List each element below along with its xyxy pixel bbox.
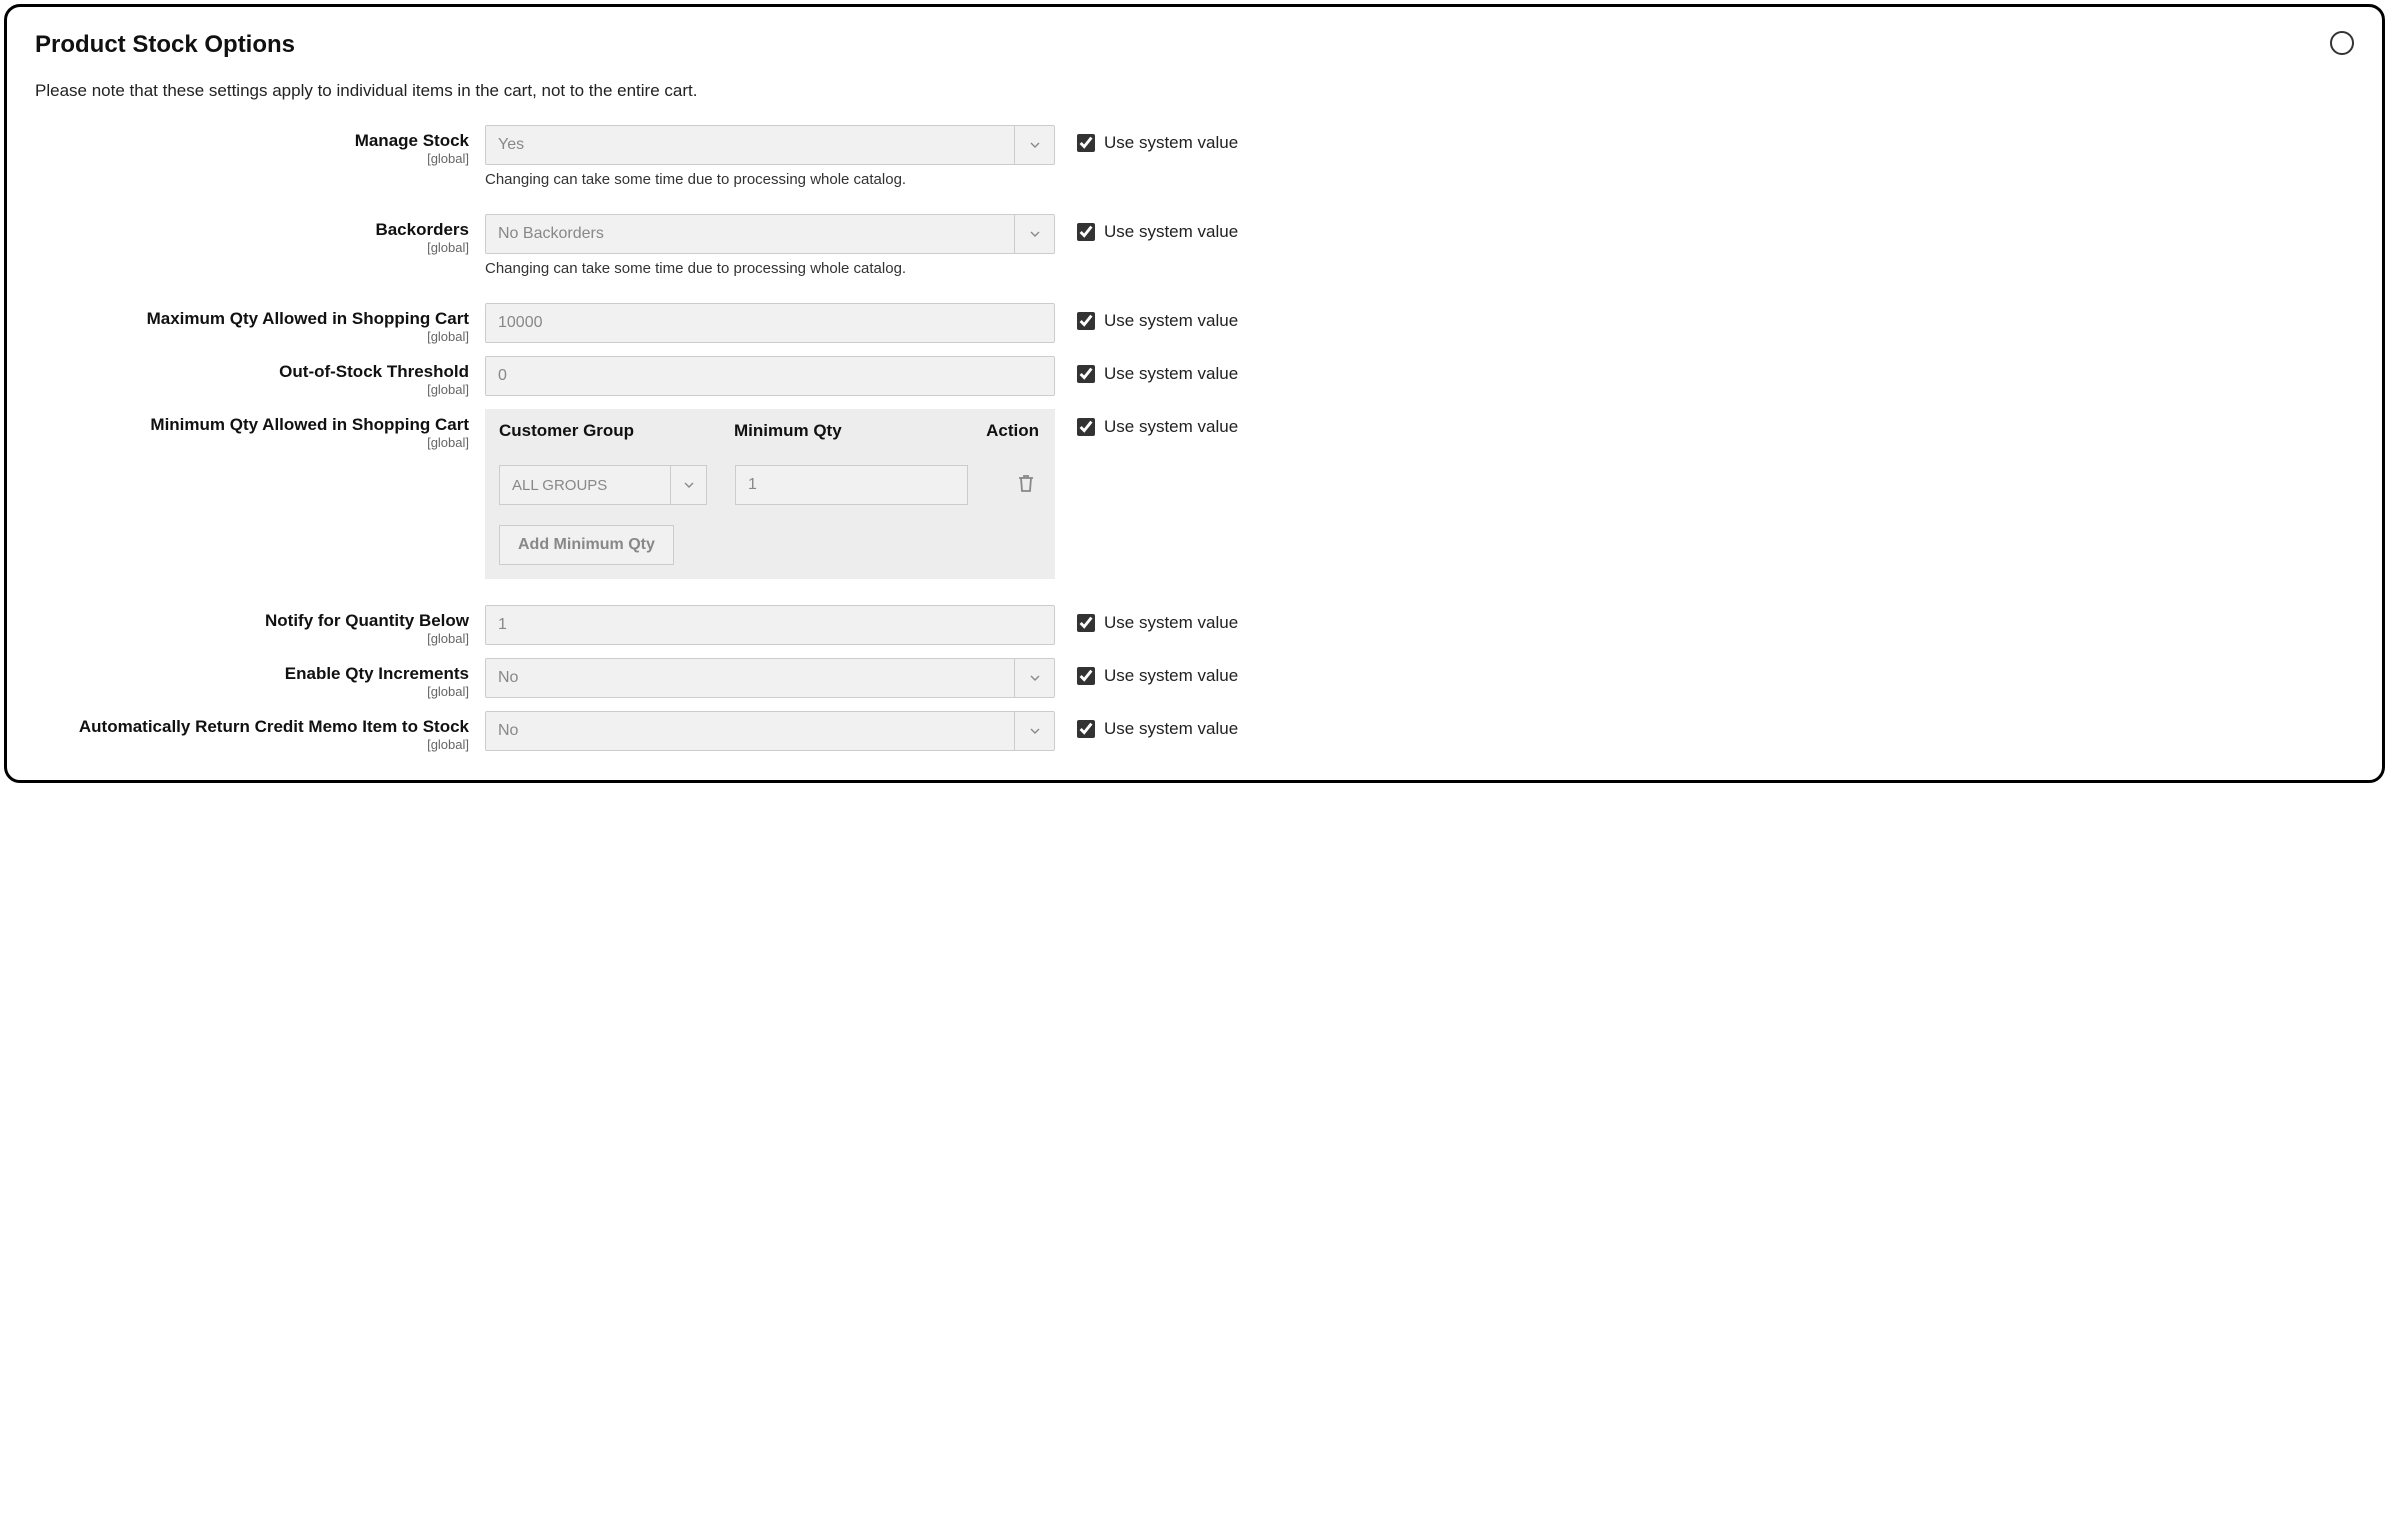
checkbox-notify-below[interactable]: [1077, 614, 1095, 632]
use-system-manage-stock[interactable]: Use system value: [1055, 125, 1238, 155]
checkbox-enable-incr[interactable]: [1077, 667, 1095, 685]
select-customer-group[interactable]: ALL GROUPS: [499, 465, 707, 505]
select-manage-stock[interactable]: Yes: [485, 125, 1055, 165]
use-system-enable-incr[interactable]: Use system value: [1055, 658, 1238, 688]
checkbox-backorders[interactable]: [1077, 223, 1095, 241]
scope-oos-threshold: [global]: [35, 382, 469, 397]
select-customer-group-value: ALL GROUPS: [512, 477, 607, 494]
row-oos-threshold: Out-of-Stock Threshold [global] Use syst…: [35, 356, 2354, 397]
panel-title: Product Stock Options: [35, 31, 295, 59]
use-system-label: Use system value: [1104, 417, 1238, 437]
label-backorders: Backorders: [375, 220, 469, 239]
label-auto-return: Automatically Return Credit Memo Item to…: [79, 717, 469, 736]
chevron-down-icon: [670, 466, 706, 504]
row-notify-below: Notify for Quantity Below [global] Use s…: [35, 605, 2354, 646]
use-system-label: Use system value: [1104, 222, 1238, 242]
row-max-qty: Maximum Qty Allowed in Shopping Cart [gl…: [35, 303, 2354, 344]
row-min-qty: Minimum Qty Allowed in Shopping Cart [gl…: [35, 409, 2354, 579]
label-oos-threshold: Out-of-Stock Threshold: [279, 362, 469, 381]
chevron-down-icon: [1014, 126, 1054, 164]
checkbox-min-qty[interactable]: [1077, 418, 1095, 436]
select-enable-incr-value: No: [498, 669, 518, 687]
trash-icon[interactable]: [1017, 477, 1035, 497]
label-max-qty: Maximum Qty Allowed in Shopping Cart: [147, 309, 469, 328]
row-manage-stock: Manage Stock [global] Yes Changing can t…: [35, 125, 2354, 188]
table-row: ALL GROUPS: [499, 455, 1041, 519]
use-system-label: Use system value: [1104, 719, 1238, 739]
label-enable-incr: Enable Qty Increments: [285, 664, 469, 683]
use-system-max-qty[interactable]: Use system value: [1055, 303, 1238, 333]
use-system-auto-return[interactable]: Use system value: [1055, 711, 1238, 741]
checkbox-auto-return[interactable]: [1077, 720, 1095, 738]
chevron-down-icon: [1014, 712, 1054, 750]
scope-max-qty: [global]: [35, 329, 469, 344]
col-minimum-qty: Minimum Qty: [734, 421, 954, 441]
hint-manage-stock: Changing can take some time due to proce…: [485, 171, 1055, 188]
chevron-down-icon: [1014, 659, 1054, 697]
checkbox-max-qty[interactable]: [1077, 312, 1095, 330]
use-system-backorders[interactable]: Use system value: [1055, 214, 1238, 244]
collapse-button[interactable]: [2330, 31, 2354, 55]
min-qty-table: Customer Group Minimum Qty Action ALL GR…: [485, 409, 1055, 579]
select-auto-return[interactable]: No: [485, 711, 1055, 751]
scope-backorders: [global]: [35, 240, 469, 255]
col-customer-group: Customer Group: [499, 421, 734, 441]
select-manage-stock-value: Yes: [498, 136, 524, 154]
input-min-qty-value[interactable]: [735, 465, 968, 505]
label-notify-below: Notify for Quantity Below: [265, 611, 469, 630]
select-backorders[interactable]: No Backorders: [485, 214, 1055, 254]
scope-min-qty: [global]: [35, 435, 469, 450]
label-min-qty: Minimum Qty Allowed in Shopping Cart: [150, 415, 469, 434]
col-action: Action: [954, 421, 1041, 441]
row-enable-incr: Enable Qty Increments [global] No Use sy…: [35, 658, 2354, 699]
use-system-oos-threshold[interactable]: Use system value: [1055, 356, 1238, 386]
scope-enable-incr: [global]: [35, 684, 469, 699]
product-stock-options-panel: Product Stock Options Please note that t…: [4, 4, 2385, 783]
select-auto-return-value: No: [498, 722, 518, 740]
scope-notify-below: [global]: [35, 631, 469, 646]
use-system-notify-below[interactable]: Use system value: [1055, 605, 1238, 635]
select-enable-incr[interactable]: No: [485, 658, 1055, 698]
input-max-qty[interactable]: [485, 303, 1055, 343]
use-system-label: Use system value: [1104, 133, 1238, 153]
scope-auto-return: [global]: [35, 737, 469, 752]
row-auto-return: Automatically Return Credit Memo Item to…: [35, 711, 2354, 752]
checkbox-oos-threshold[interactable]: [1077, 365, 1095, 383]
use-system-label: Use system value: [1104, 364, 1238, 384]
scope-manage-stock: [global]: [35, 151, 469, 166]
select-backorders-value: No Backorders: [498, 225, 604, 243]
row-backorders: Backorders [global] No Backorders Changi…: [35, 214, 2354, 277]
chevron-down-icon: [1014, 215, 1054, 253]
input-oos-threshold[interactable]: [485, 356, 1055, 396]
use-system-label: Use system value: [1104, 311, 1238, 331]
use-system-label: Use system value: [1104, 666, 1238, 686]
add-minimum-qty-button[interactable]: Add Minimum Qty: [499, 525, 674, 565]
panel-note: Please note that these settings apply to…: [35, 81, 2354, 101]
hint-backorders: Changing can take some time due to proce…: [485, 260, 1055, 277]
use-system-min-qty[interactable]: Use system value: [1055, 409, 1238, 439]
use-system-label: Use system value: [1104, 613, 1238, 633]
label-manage-stock: Manage Stock: [355, 131, 469, 150]
input-notify-below[interactable]: [485, 605, 1055, 645]
checkbox-manage-stock[interactable]: [1077, 134, 1095, 152]
